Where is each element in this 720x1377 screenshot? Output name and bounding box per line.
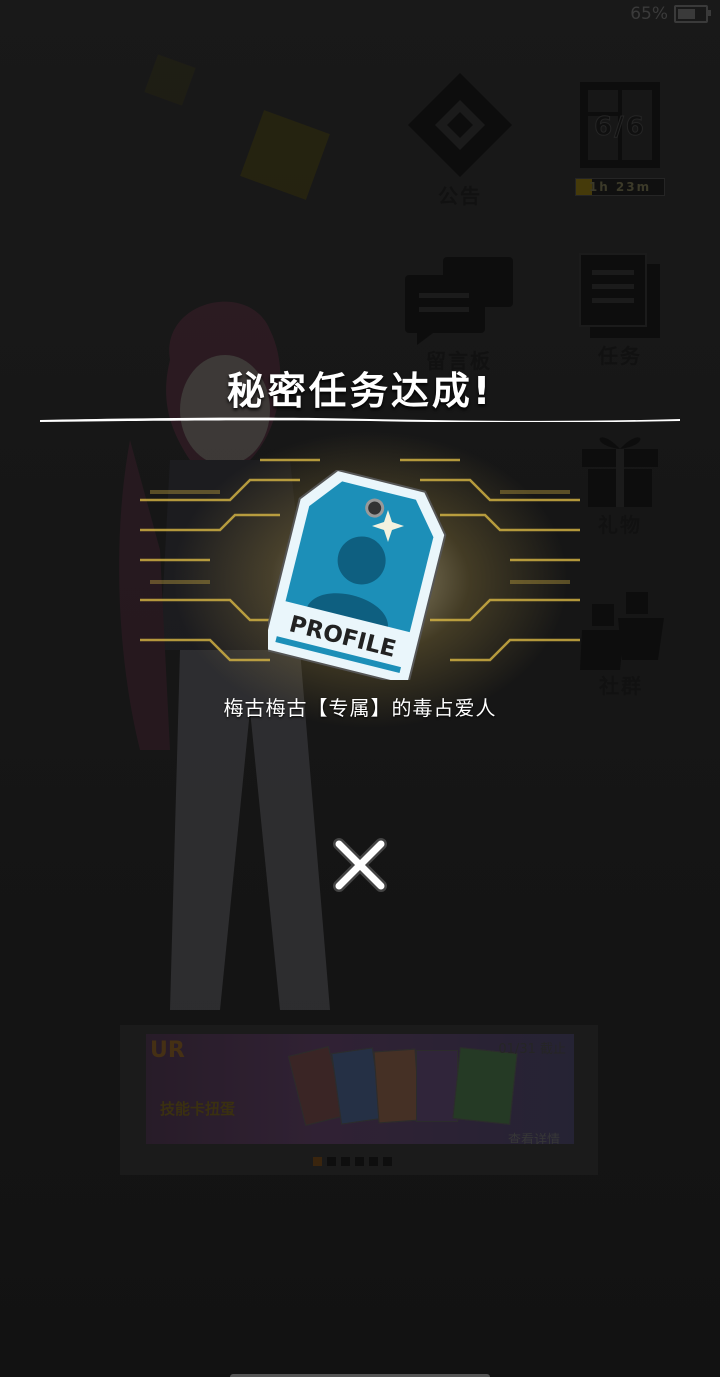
close-icon[interactable] <box>331 836 389 894</box>
reward-item-name: 梅古梅古【专属】的毒占爱人 <box>223 696 497 720</box>
title-underline <box>40 417 680 422</box>
game-home-screen: 65% 公告 6/6 1h 23m 留言板 任务 礼物 社群 UR 技能卡扭蛋 … <box>0 0 720 1377</box>
profile-tag-icon: PROFILE <box>268 470 447 680</box>
popup-title: 秘密任务达成! <box>226 369 494 413</box>
